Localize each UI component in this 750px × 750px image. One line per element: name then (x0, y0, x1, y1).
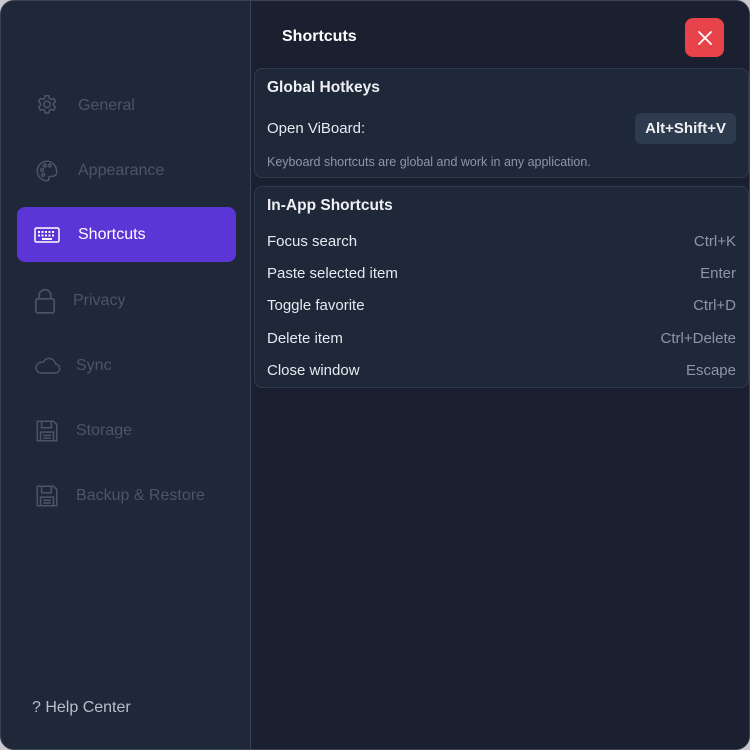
cloud-icon (33, 352, 61, 380)
gear-icon (33, 92, 61, 120)
inapp-shortcuts-card: In-App Shortcuts Focus search Ctrl+K Pas… (254, 186, 749, 388)
shortcut-label: Delete item (267, 330, 343, 347)
page-title: Shortcuts (282, 28, 357, 45)
palette-icon (33, 157, 61, 185)
open-viboard-hotkey[interactable]: Alt+Shift+V (635, 113, 736, 144)
floppy-disk-icon (33, 417, 61, 445)
sidebar-item-label: Backup & Restore (76, 486, 205, 504)
shortcut-keys: Ctrl+D (693, 297, 736, 314)
global-hotkeys-title: Global Hotkeys (267, 79, 380, 96)
sidebar: General Appearance Shortcuts Privacy Syn… (1, 1, 251, 749)
sidebar-item-label: Sync (76, 356, 112, 374)
shortcut-keys: Ctrl+K (693, 233, 736, 250)
shortcut-label: Paste selected item (267, 265, 398, 282)
sidebar-item-privacy[interactable]: Privacy (17, 273, 236, 328)
sidebar-item-label: Privacy (73, 291, 126, 309)
global-hotkeys-note: Keyboard shortcuts are global and work i… (267, 155, 591, 169)
keyboard-icon (33, 221, 61, 249)
sidebar-item-label: Storage (76, 421, 133, 439)
main-panel: Shortcuts Global Hotkeys Open ViBoard: A… (252, 1, 749, 749)
sidebar-item-sync[interactable]: Sync (17, 338, 236, 393)
sidebar-item-shortcuts[interactable]: Shortcuts (17, 207, 236, 262)
sidebar-item-backup-restore[interactable]: Backup & Restore (17, 468, 236, 523)
shortcut-label: Close window (267, 362, 360, 379)
shortcut-label: Focus search (267, 233, 358, 250)
close-button[interactable] (685, 18, 724, 57)
settings-window: General Appearance Shortcuts Privacy Syn… (0, 0, 750, 750)
inapp-shortcuts-title: In-App Shortcuts (267, 197, 393, 214)
sidebar-item-label: Appearance (78, 161, 165, 179)
sidebar-item-storage[interactable]: Storage (17, 403, 236, 458)
shortcut-keys: Ctrl+Delete (660, 330, 736, 347)
shortcut-keys: Escape (685, 362, 736, 379)
lock-icon (31, 287, 59, 315)
close-icon (697, 30, 713, 46)
sidebar-item-label: Shortcuts (78, 225, 146, 243)
floppy-disk-icon (33, 482, 61, 510)
shortcut-label: Toggle favorite (267, 297, 365, 314)
sidebar-item-appearance[interactable]: Appearance (17, 143, 236, 198)
open-viboard-label: Open ViBoard: (267, 120, 366, 137)
sidebar-item-label: General (78, 96, 135, 114)
help-center-link[interactable]: ? Help Center (32, 699, 131, 717)
sidebar-item-general[interactable]: General (17, 78, 236, 133)
shortcut-keys: Enter (700, 265, 736, 282)
global-hotkeys-card: Global Hotkeys Open ViBoard: Alt+Shift+V… (254, 68, 749, 178)
